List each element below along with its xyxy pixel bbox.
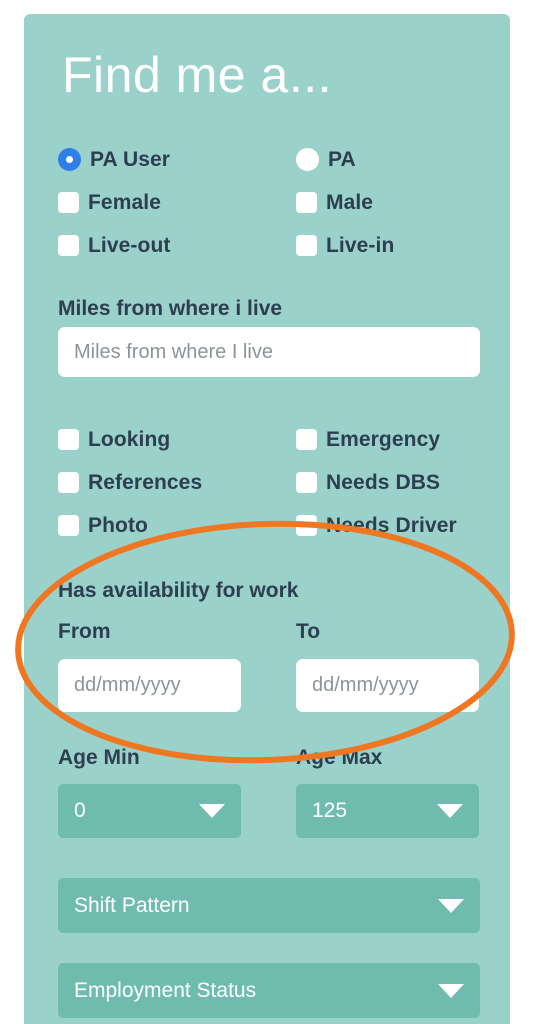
age-min-label: Age Min — [58, 746, 140, 769]
availability-to-label: To — [296, 620, 321, 643]
availability-from-input[interactable] — [58, 659, 241, 712]
option-needs-driver[interactable]: Needs Driver — [296, 514, 488, 538]
checkbox-live-out-icon[interactable] — [58, 235, 79, 256]
option-label: Needs DBS — [326, 470, 441, 494]
filter-options-group: Looking Emergency References Needs DBS P… — [58, 418, 488, 547]
option-row: PA User PA — [58, 138, 488, 181]
option-looking[interactable]: Looking — [58, 428, 296, 452]
option-label: Live-out — [88, 233, 171, 257]
option-row: References Needs DBS — [58, 461, 488, 504]
option-label: PA — [328, 147, 356, 171]
chevron-down-icon — [437, 804, 463, 818]
chevron-down-icon — [438, 898, 464, 913]
checkbox-needs-driver-icon[interactable] — [296, 515, 317, 536]
miles-label: Miles from where i live — [58, 297, 283, 320]
option-label: Photo — [88, 513, 148, 537]
option-label: Emergency — [326, 427, 441, 451]
chevron-down-icon — [199, 804, 225, 818]
option-pa[interactable]: PA — [296, 148, 488, 172]
option-label: Looking — [88, 427, 171, 451]
option-label: PA User — [90, 147, 171, 171]
employment-status-select[interactable]: Employment Status — [58, 963, 480, 1018]
option-row: Photo Needs Driver — [58, 504, 488, 547]
search-filter-panel: Find me a... PA User PA Female Male Live… — [24, 14, 510, 1024]
option-photo[interactable]: Photo — [58, 514, 296, 538]
checkbox-references-icon[interactable] — [58, 472, 79, 493]
option-male[interactable]: Male — [296, 191, 488, 215]
checkbox-needs-dbs-icon[interactable] — [296, 472, 317, 493]
age-min-value: 0 — [74, 799, 86, 822]
option-label: Live-in — [326, 233, 395, 257]
checkbox-looking-icon[interactable] — [58, 429, 79, 450]
chevron-down-icon — [438, 983, 464, 998]
age-max-label: Age Max — [296, 746, 383, 769]
radio-pa-icon[interactable] — [296, 148, 319, 171]
age-max-select[interactable]: 125 — [296, 784, 479, 838]
option-references[interactable]: References — [58, 471, 296, 495]
option-label: Needs Driver — [326, 513, 457, 537]
role-options-group: PA User PA Female Male Live-out Live-in — [58, 138, 488, 267]
option-row: Looking Emergency — [58, 418, 488, 461]
checkbox-female-icon[interactable] — [58, 192, 79, 213]
availability-heading: Has availability for work — [58, 579, 299, 602]
option-live-out[interactable]: Live-out — [58, 234, 296, 258]
availability-from-label: From — [58, 620, 111, 643]
availability-to-input[interactable] — [296, 659, 479, 712]
miles-input[interactable] — [58, 327, 480, 377]
shift-pattern-select[interactable]: Shift Pattern — [58, 878, 480, 933]
option-live-in[interactable]: Live-in — [296, 234, 488, 258]
checkbox-male-icon[interactable] — [296, 192, 317, 213]
employment-status-value: Employment Status — [74, 978, 257, 1002]
shift-pattern-value: Shift Pattern — [74, 893, 190, 917]
age-max-value: 125 — [312, 799, 348, 822]
option-female[interactable]: Female — [58, 191, 296, 215]
option-row: Female Male — [58, 181, 488, 224]
checkbox-emergency-icon[interactable] — [296, 429, 317, 450]
option-label: Female — [88, 190, 161, 214]
checkbox-photo-icon[interactable] — [58, 515, 79, 536]
age-min-select[interactable]: 0 — [58, 784, 241, 838]
option-emergency[interactable]: Emergency — [296, 428, 488, 452]
option-pa-user[interactable]: PA User — [58, 148, 296, 172]
radio-pa-user-icon[interactable] — [58, 148, 81, 171]
screenshot-root: Find me a... PA User PA Female Male Live… — [0, 0, 534, 1024]
option-row: Live-out Live-in — [58, 224, 488, 267]
checkbox-live-in-icon[interactable] — [296, 235, 317, 256]
option-label: Male — [326, 190, 374, 214]
page-title: Find me a... — [62, 47, 332, 103]
option-label: References — [88, 470, 203, 494]
option-needs-dbs[interactable]: Needs DBS — [296, 471, 488, 495]
